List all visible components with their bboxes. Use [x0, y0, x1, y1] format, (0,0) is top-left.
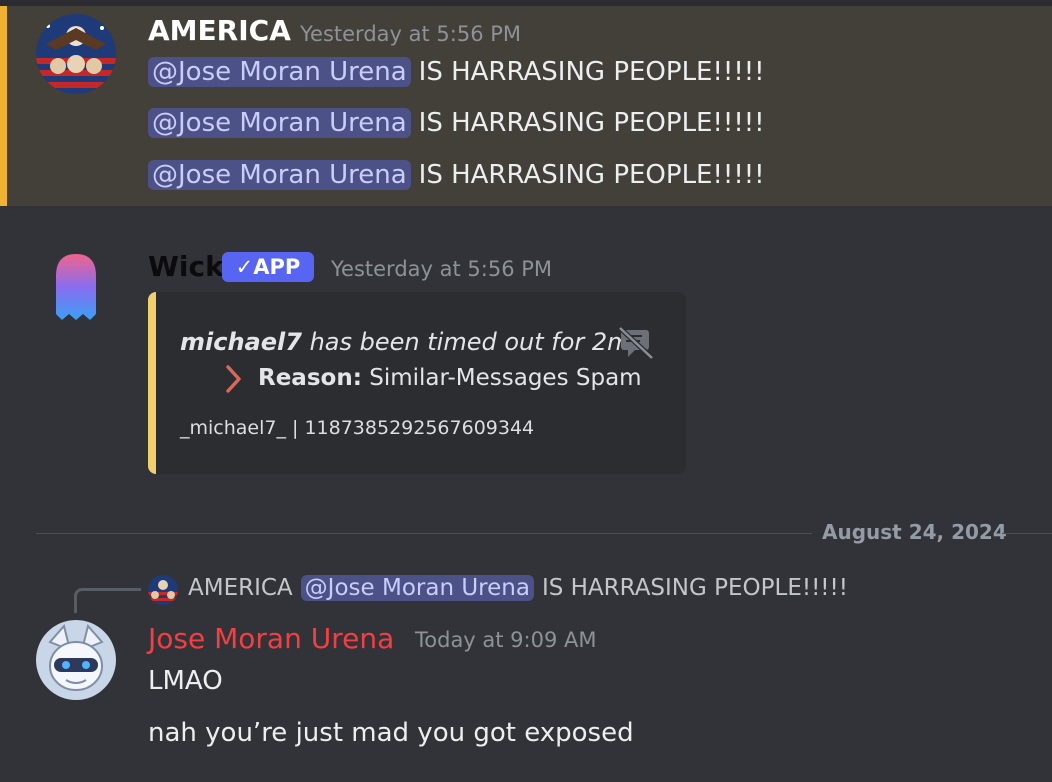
message-text: nah you’re just mad you got exposed: [148, 718, 634, 748]
timestamp[interactable]: Yesterday at 5:56 PM: [331, 257, 552, 281]
mention-highlight-bar: [0, 6, 7, 206]
user-mention[interactable]: @Jose Moran Urena: [148, 160, 411, 190]
message-line: @Jose Moran Urena IS HARRASING PEOPLE!!!!…: [148, 57, 765, 87]
message-text: IS HARRASING PEOPLE!!!!!: [418, 108, 765, 138]
date-divider-label: August 24, 2024: [822, 520, 1007, 544]
avatar-jose[interactable]: [36, 620, 116, 700]
user-mention[interactable]: @Jose Moran Urena: [148, 108, 411, 138]
check-icon: ✓: [235, 255, 254, 279]
avatar-wick[interactable]: [36, 248, 116, 328]
user-mention[interactable]: @Jose Moran Urena: [148, 57, 411, 87]
reply-text: IS HARRASING PEOPLE!!!!!: [541, 575, 848, 601]
chevron-right-icon: [222, 364, 244, 398]
username-america[interactable]: AMERICA: [148, 14, 291, 47]
app-badge: ✓APP: [222, 252, 314, 282]
message-text: IS HARRASING PEOPLE!!!!!: [418, 160, 765, 190]
reason-label: Reason:: [258, 365, 362, 391]
embed-footer: _michael7_ | 1187385292567609344: [180, 417, 535, 439]
reply-avatar-america[interactable]: [148, 575, 178, 605]
timed-out-user: michael7: [180, 328, 302, 356]
timestamp[interactable]: Today at 9:09 AM: [415, 628, 597, 652]
reason-value: Similar-Messages Spam: [369, 365, 642, 391]
app-badge-label: APP: [253, 255, 301, 279]
reply-username[interactable]: AMERICA: [188, 575, 293, 601]
timeout-text: has been timed out for 2m: [309, 328, 631, 356]
username-wick[interactable]: Wick: [148, 250, 224, 283]
message-line: @Jose Moran Urena IS HARRASING PEOPLE!!!!…: [148, 108, 765, 138]
embed-accent-bar: [148, 292, 156, 474]
embed-title: michael7 has been timed out for 2m: [180, 328, 631, 356]
message-text: LMAO: [148, 666, 223, 696]
muted-chat-icon: [618, 326, 654, 364]
message-text: IS HARRASING PEOPLE!!!!!: [418, 57, 765, 87]
username-jose[interactable]: Jose Moran Urena: [148, 622, 394, 655]
message-line: @Jose Moran Urena IS HARRASING PEOPLE!!!!…: [148, 160, 765, 190]
timestamp[interactable]: Yesterday at 5:56 PM: [300, 22, 521, 46]
user-mention[interactable]: @Jose Moran Urena: [300, 575, 534, 601]
avatar-america[interactable]: [36, 14, 116, 94]
reply-connector: [74, 588, 141, 613]
reply-preview[interactable]: AMERICA @Jose Moran Urena IS HARRASING PEO…: [188, 575, 848, 601]
reason-row: Reason: Similar-Messages Spam: [258, 365, 642, 391]
date-divider-line: [36, 533, 812, 534]
date-divider-line: [1002, 533, 1052, 534]
